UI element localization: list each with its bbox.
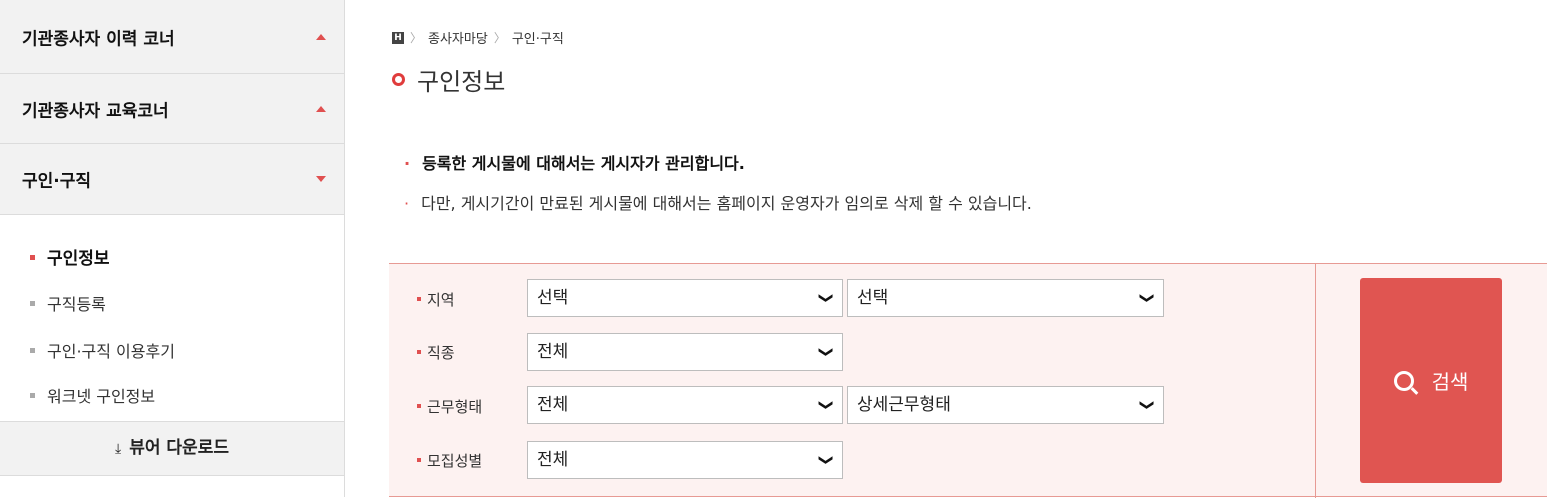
sidebar-item-worknet[interactable]: 워크넷 구인정보 bbox=[30, 383, 155, 407]
breadcrumb-separator: 〉 bbox=[410, 31, 423, 45]
work-type-detail-select[interactable]: 상세근무형태 ❯ bbox=[847, 386, 1164, 424]
page-title-text: 구인정보 bbox=[417, 68, 506, 96]
sidebar-item-job-register[interactable]: 구직등록 bbox=[30, 291, 106, 315]
search-button[interactable]: 검색 bbox=[1360, 278, 1502, 483]
region-select[interactable]: 선택 ❯ bbox=[527, 279, 843, 317]
sidebar: 기관종사자 이력 코너 기관종사자 교육코너 구인·구직 구인정보 구직등록 구… bbox=[0, 0, 345, 497]
breadcrumb-separator: 〉 bbox=[493, 31, 506, 45]
bullet-icon bbox=[30, 301, 35, 306]
search-icon bbox=[1393, 370, 1414, 391]
download-label: 뷰어 다운로드 bbox=[129, 438, 229, 458]
chevron-down-icon: ❯ bbox=[818, 399, 835, 411]
bullet-icon bbox=[417, 349, 421, 354]
sidebar-item-label: 워크넷 구인정보 bbox=[47, 387, 156, 406]
accordion-job-search[interactable]: 구인·구직 bbox=[0, 144, 344, 215]
select-value: 상세근무형태 bbox=[857, 395, 951, 415]
select-value: 전체 bbox=[537, 395, 569, 415]
accordion-label: 구인·구직 bbox=[22, 171, 92, 192]
divider bbox=[1315, 264, 1316, 498]
notice-line: · 다만, 게시기간이 만료된 게시물에 대해서는 홈페이지 운영자가 임의로 삭… bbox=[404, 190, 1032, 214]
accordion-career-corner[interactable]: 기관종사자 이력 코너 bbox=[0, 0, 344, 74]
accordion-education-corner[interactable]: 기관종사자 교육코너 bbox=[0, 74, 344, 144]
search-panel: 지역 선택 ❯ 선택 ❯ 직종 전체 ❯ 근무형태 전체 ❯ 상세근무형태 ❯ … bbox=[389, 263, 1547, 498]
work-type-select[interactable]: 전체 ❯ bbox=[527, 386, 843, 424]
gender-label: 모집성별 bbox=[417, 450, 482, 471]
notice-text: 등록한 게시물에 대해서는 게시자가 관리합니다. bbox=[422, 154, 745, 173]
gender-select[interactable]: 전체 ❯ bbox=[527, 441, 843, 479]
download-icon: ⤓ bbox=[115, 441, 122, 457]
chevron-down-icon: ❯ bbox=[1139, 399, 1156, 411]
notice-text: 다만, 게시기간이 만료된 게시물에 대해서는 홈페이지 운영자가 임의로 삭제… bbox=[421, 194, 1032, 213]
sidebar-item-label: 구인·구직 이용후기 bbox=[47, 342, 175, 361]
notice-line: · 등록한 게시물에 대해서는 게시자가 관리합니다. bbox=[404, 150, 745, 174]
bullet-icon bbox=[417, 457, 421, 462]
bullet-icon bbox=[30, 254, 35, 260]
sidebar-item-reviews[interactable]: 구인·구직 이용후기 bbox=[30, 338, 175, 362]
chevron-down-icon: ❯ bbox=[1139, 292, 1156, 304]
home-icon[interactable]: H bbox=[392, 31, 404, 44]
chevron-down-icon: ❯ bbox=[818, 346, 835, 358]
field-label: 직종 bbox=[427, 344, 455, 362]
bullet-icon bbox=[30, 348, 35, 353]
caret-down-icon bbox=[316, 176, 326, 182]
bullet-icon bbox=[30, 393, 35, 398]
bullet-icon: · bbox=[404, 194, 410, 213]
sidebar-item-label: 구직등록 bbox=[47, 295, 106, 314]
title-bullet-icon bbox=[392, 73, 405, 86]
sidebar-item-label: 구인정보 bbox=[47, 249, 110, 269]
viewer-download-button[interactable]: ⤓ 뷰어 다운로드 bbox=[0, 421, 344, 476]
search-button-label: 검색 bbox=[1431, 370, 1469, 394]
field-label: 지역 bbox=[427, 291, 455, 309]
chevron-down-icon: ❯ bbox=[818, 292, 835, 304]
field-label: 근무형태 bbox=[427, 398, 483, 416]
breadcrumb-item[interactable]: 구인·구직 bbox=[512, 28, 564, 47]
bullet-icon bbox=[417, 296, 421, 301]
select-value: 선택 bbox=[537, 288, 569, 308]
breadcrumb-item[interactable]: 종사자마당 bbox=[428, 28, 488, 47]
page-title: 구인정보 bbox=[392, 62, 505, 97]
select-value: 전체 bbox=[537, 342, 569, 362]
field-label: 모집성별 bbox=[427, 452, 483, 470]
sidebar-item-job-offers[interactable]: 구인정보 bbox=[30, 244, 110, 269]
accordion-label: 기관종사자 이력 코너 bbox=[22, 29, 175, 49]
caret-up-icon bbox=[316, 33, 326, 40]
region-label: 지역 bbox=[417, 289, 455, 310]
select-value: 전체 bbox=[537, 450, 569, 470]
select-value: 선택 bbox=[857, 288, 889, 308]
job-type-label: 직종 bbox=[417, 342, 455, 363]
chevron-down-icon: ❯ bbox=[818, 454, 835, 466]
bullet-icon bbox=[417, 403, 421, 408]
breadcrumb: H 〉 종사자마당 〉 구인·구직 bbox=[392, 28, 564, 47]
accordion-label: 기관종사자 교육코너 bbox=[22, 101, 169, 121]
bullet-icon: · bbox=[404, 154, 411, 173]
region-detail-select[interactable]: 선택 ❯ bbox=[847, 279, 1164, 317]
work-type-label: 근무형태 bbox=[417, 396, 482, 417]
caret-up-icon bbox=[316, 105, 326, 112]
job-type-select[interactable]: 전체 ❯ bbox=[527, 333, 843, 371]
